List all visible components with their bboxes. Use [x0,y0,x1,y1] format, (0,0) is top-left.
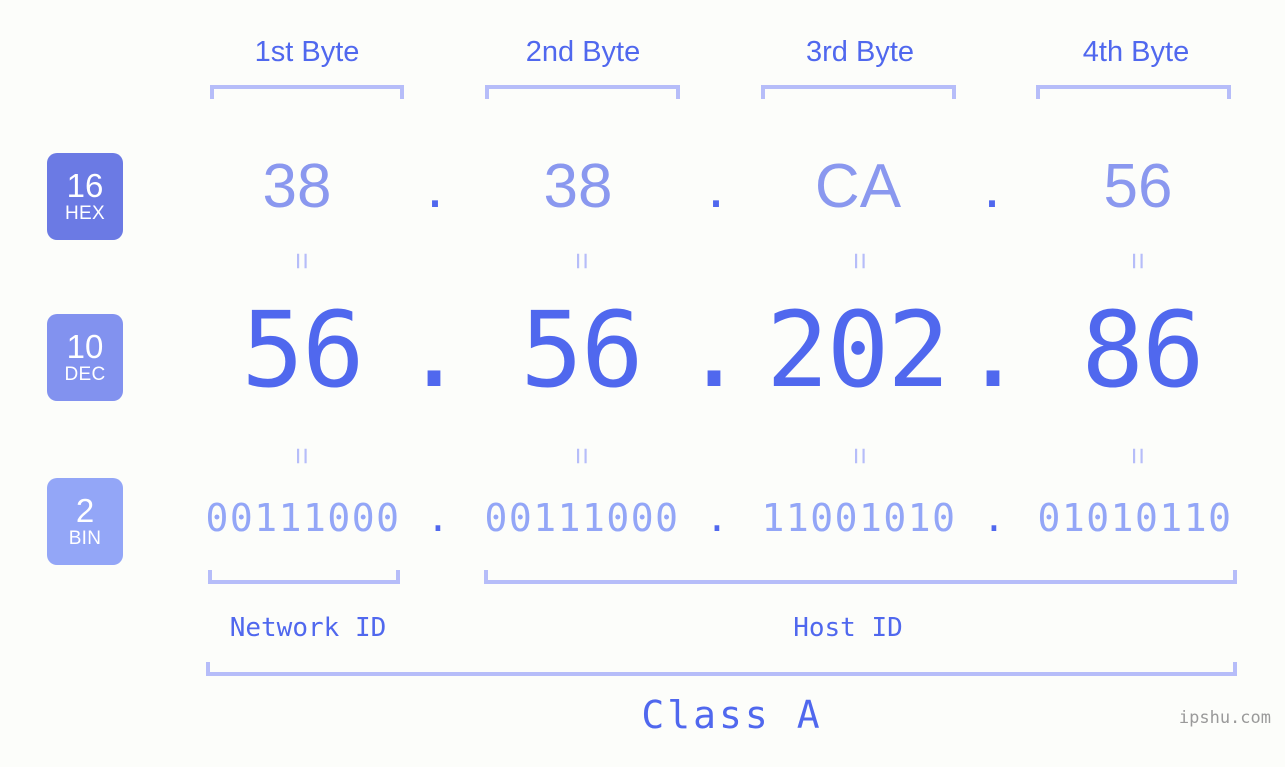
byte-header-2: 2nd Byte [525,36,641,68]
equals-connector-hex-dec-4: = [1121,252,1154,270]
host-id-bracket [484,570,1237,584]
hex-octet-3: CA [814,152,902,221]
bin-octet-4: 01010110 [1037,496,1233,540]
radix-badge-hex-number: 16 [66,166,104,204]
bin-octet-1: 00111000 [205,496,401,540]
radix-badge-dec-number: 10 [66,327,104,365]
bin-octet-2: 00111000 [484,496,680,540]
dec-separator-2: . [682,289,746,411]
radix-badge-dec: 10 DEC [47,314,123,401]
radix-badge-hex: 16 HEX [47,153,123,240]
dec-separator-3: . [961,289,1025,411]
hex-separator-3: . [983,152,1001,221]
byte-header-1: 1st Byte [254,36,360,68]
byte-bracket-1 [210,85,404,99]
host-id-label: Host ID [793,613,903,643]
ip-address-breakdown-diagram: 1st Byte 2nd Byte 3rd Byte 4th Byte 16 H… [0,0,1285,767]
radix-badge-bin-word: BIN [68,527,102,549]
byte-bracket-3 [761,85,956,99]
dec-octet-3: 202 [766,289,950,411]
byte-header-4: 4th Byte [1082,36,1190,68]
equals-connector-dec-bin-2: = [565,447,598,465]
byte-bracket-2 [485,85,680,99]
equals-connector-hex-dec-1: = [285,252,318,270]
equals-connector-hex-dec-3: = [843,252,876,270]
dec-octet-2: 56 [520,289,643,411]
bin-separator-3: . [982,496,1006,540]
hex-separator-2: . [707,152,725,221]
hex-octet-2: 38 [543,152,613,221]
hex-octet-4: 56 [1103,152,1173,221]
dec-separator-1: . [402,289,466,411]
byte-header-3: 3rd Byte [806,36,914,68]
radix-badge-dec-word: DEC [64,363,106,385]
equals-connector-hex-dec-2: = [565,252,598,270]
network-id-label: Network ID [229,613,387,643]
class-bracket [206,662,1237,676]
equals-connector-dec-bin-1: = [285,447,318,465]
dec-octet-4: 86 [1081,289,1204,411]
radix-badge-hex-word: HEX [65,202,105,224]
network-id-bracket [208,570,400,584]
bin-separator-1: . [426,496,450,540]
dec-octet-1: 56 [241,289,364,411]
equals-connector-dec-bin-3: = [843,447,876,465]
hex-octet-1: 38 [262,152,332,221]
radix-badge-bin: 2 BIN [47,478,123,565]
class-label: Class A [641,693,823,737]
equals-connector-dec-bin-4: = [1121,447,1154,465]
bin-separator-2: . [705,496,729,540]
hex-separator-1: . [426,152,444,221]
bin-octet-3: 11001010 [761,496,957,540]
radix-badge-bin-number: 2 [75,491,95,529]
byte-bracket-4 [1036,85,1231,99]
site-watermark: ipshu.com [1178,708,1271,728]
